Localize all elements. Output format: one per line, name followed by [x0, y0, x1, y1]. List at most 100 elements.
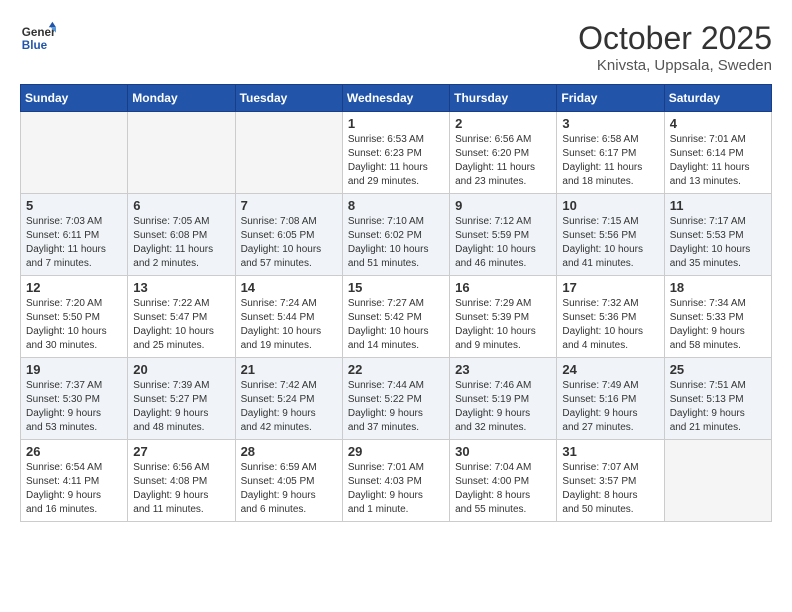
day-number: 18 — [670, 280, 766, 295]
calendar-day-cell: 24Sunrise: 7:49 AM Sunset: 5:16 PM Dayli… — [557, 358, 664, 440]
day-info: Sunrise: 6:56 AM Sunset: 6:20 PM Dayligh… — [455, 133, 551, 189]
day-info: Sunrise: 7:01 AM Sunset: 6:14 PM Dayligh… — [670, 133, 766, 189]
svg-text:Blue: Blue — [22, 39, 48, 52]
day-number: 3 — [562, 116, 658, 131]
day-info: Sunrise: 7:08 AM Sunset: 6:05 PM Dayligh… — [241, 215, 337, 271]
day-info: Sunrise: 7:01 AM Sunset: 4:03 PM Dayligh… — [348, 461, 444, 517]
calendar-day-cell: 10 Sunrise: 7:15 AM Sunset: 5:56 PM Dayli… — [557, 194, 664, 276]
day-info: Sunrise: 7:44 AM Sunset: 5:22 PM Dayligh… — [348, 379, 444, 435]
calendar-day-cell: 20 Sunrise: 7:39 AM Sunset: 5:27 PM Dayli… — [128, 358, 235, 440]
weekday-header: Friday — [557, 85, 664, 112]
calendar-week-row: 19 Sunrise: 7:37 AM Sunset: 5:30 PM Dayli… — [21, 358, 772, 440]
calendar-day-cell: 30 Sunrise: 7:04 AM Sunset: 4:00 PM Dayli… — [450, 440, 557, 522]
calendar-day-cell: 2 Sunrise: 6:56 AM Sunset: 6:20 PM Daylig… — [450, 112, 557, 194]
calendar-day-cell: 22 Sunrise: 7:44 AM Sunset: 5:22 PM Dayli… — [342, 358, 449, 440]
day-number: 10 — [562, 198, 658, 213]
calendar-day-cell: 12 Sunrise: 7:20 AM Sunset: 5:50 PM Dayli… — [21, 276, 128, 358]
day-number: 20 — [133, 362, 229, 377]
day-number: 26 — [26, 444, 122, 459]
day-info: Sunrise: 7:24 AM Sunset: 5:44 PM Dayligh… — [241, 297, 337, 353]
calendar-day-cell: 16 Sunrise: 7:29 AM Sunset: 5:39 PM Dayli… — [450, 276, 557, 358]
day-number: 14 — [241, 280, 337, 295]
day-number: 19 — [26, 362, 122, 377]
calendar-day-cell: 5 Sunrise: 7:03 AM Sunset: 6:11 PM Daylig… — [21, 194, 128, 276]
calendar-day-cell: 11 Sunrise: 7:17 AM Sunset: 5:53 PM Dayli… — [664, 194, 771, 276]
calendar-day-cell: 13Sunrise: 7:22 AM Sunset: 5:47 PM Dayli… — [128, 276, 235, 358]
day-info: Sunrise: 7:39 AM Sunset: 5:27 PM Dayligh… — [133, 379, 229, 435]
day-info: Sunrise: 7:17 AM Sunset: 5:53 PM Dayligh… — [670, 215, 766, 271]
day-info: Sunrise: 7:29 AM Sunset: 5:39 PM Dayligh… — [455, 297, 551, 353]
day-info: Sunrise: 6:54 AM Sunset: 4:11 PM Dayligh… — [26, 461, 122, 517]
month-title: October 2025 — [578, 20, 772, 57]
day-number: 31 — [562, 444, 658, 459]
day-number: 29 — [348, 444, 444, 459]
day-info: Sunrise: 7:03 AM Sunset: 6:11 PM Dayligh… — [26, 215, 122, 271]
location: Knivsta, Uppsala, Sweden — [578, 57, 772, 74]
day-info: Sunrise: 7:05 AM Sunset: 6:08 PM Dayligh… — [133, 215, 229, 271]
day-info: Sunrise: 7:15 AM Sunset: 5:56 PM Dayligh… — [562, 215, 658, 271]
day-info: Sunrise: 7:04 AM Sunset: 4:00 PM Dayligh… — [455, 461, 551, 517]
calendar-day-cell: 1Sunrise: 6:53 AM Sunset: 6:23 PM Daylig… — [342, 112, 449, 194]
day-number: 6 — [133, 198, 229, 213]
day-number: 25 — [670, 362, 766, 377]
day-info: Sunrise: 7:32 AM Sunset: 5:36 PM Dayligh… — [562, 297, 658, 353]
day-number: 8 — [348, 198, 444, 213]
calendar-day-cell: 19 Sunrise: 7:37 AM Sunset: 5:30 PM Dayli… — [21, 358, 128, 440]
weekday-header: Sunday — [21, 85, 128, 112]
weekday-header: Tuesday — [235, 85, 342, 112]
day-info: Sunrise: 7:10 AM Sunset: 6:02 PM Dayligh… — [348, 215, 444, 271]
day-info: Sunrise: 7:20 AM Sunset: 5:50 PM Dayligh… — [26, 297, 122, 353]
day-number: 1 — [348, 116, 444, 131]
calendar-day-cell — [235, 112, 342, 194]
day-info: Sunrise: 7:12 AM Sunset: 5:59 PM Dayligh… — [455, 215, 551, 271]
calendar-day-cell: 23Sunrise: 7:46 AM Sunset: 5:19 PM Dayli… — [450, 358, 557, 440]
day-number: 23 — [455, 362, 551, 377]
svg-text:General: General — [22, 26, 56, 39]
calendar-week-row: 5 Sunrise: 7:03 AM Sunset: 6:11 PM Daylig… — [21, 194, 772, 276]
day-number: 15 — [348, 280, 444, 295]
logo: General Blue — [20, 20, 56, 56]
calendar-day-cell — [128, 112, 235, 194]
day-number: 13 — [133, 280, 229, 295]
calendar-day-cell: 21 Sunrise: 7:42 AM Sunset: 5:24 PM Dayli… — [235, 358, 342, 440]
day-number: 28 — [241, 444, 337, 459]
day-info: Sunrise: 7:07 AM Sunset: 3:57 PM Dayligh… — [562, 461, 658, 517]
weekday-header-row: SundayMondayTuesdayWednesdayThursdayFrid… — [21, 85, 772, 112]
weekday-header: Saturday — [664, 85, 771, 112]
day-number: 12 — [26, 280, 122, 295]
day-info: Sunrise: 7:34 AM Sunset: 5:33 PM Dayligh… — [670, 297, 766, 353]
day-number: 17 — [562, 280, 658, 295]
day-number: 16 — [455, 280, 551, 295]
day-number: 27 — [133, 444, 229, 459]
day-number: 4 — [670, 116, 766, 131]
calendar-day-cell: 8 Sunrise: 7:10 AM Sunset: 6:02 PM Daylig… — [342, 194, 449, 276]
calendar-week-row: 26 Sunrise: 6:54 AM Sunset: 4:11 PM Dayli… — [21, 440, 772, 522]
calendar-day-cell: 4 Sunrise: 7:01 AM Sunset: 6:14 PM Daylig… — [664, 112, 771, 194]
calendar-day-cell: 25Sunrise: 7:51 AM Sunset: 5:13 PM Dayli… — [664, 358, 771, 440]
calendar-day-cell: 15Sunrise: 7:27 AM Sunset: 5:42 PM Dayli… — [342, 276, 449, 358]
day-number: 9 — [455, 198, 551, 213]
day-info: Sunrise: 7:37 AM Sunset: 5:30 PM Dayligh… — [26, 379, 122, 435]
title-block: October 2025 Knivsta, Uppsala, Sweden — [578, 20, 772, 74]
calendar-day-cell: 7Sunrise: 7:08 AM Sunset: 6:05 PM Daylig… — [235, 194, 342, 276]
day-number: 22 — [348, 362, 444, 377]
calendar-day-cell: 27Sunrise: 6:56 AM Sunset: 4:08 PM Dayli… — [128, 440, 235, 522]
day-number: 5 — [26, 198, 122, 213]
calendar-day-cell: 26 Sunrise: 6:54 AM Sunset: 4:11 PM Dayli… — [21, 440, 128, 522]
weekday-header: Monday — [128, 85, 235, 112]
day-number: 21 — [241, 362, 337, 377]
day-number: 11 — [670, 198, 766, 213]
calendar-day-cell: 18 Sunrise: 7:34 AM Sunset: 5:33 PM Dayli… — [664, 276, 771, 358]
calendar-day-cell: 28Sunrise: 6:59 AM Sunset: 4:05 PM Dayli… — [235, 440, 342, 522]
day-number: 30 — [455, 444, 551, 459]
page-header: General Blue October 2025 Knivsta, Uppsa… — [20, 20, 772, 74]
calendar-day-cell: 3 Sunrise: 6:58 AM Sunset: 6:17 PM Daylig… — [557, 112, 664, 194]
calendar-day-cell — [21, 112, 128, 194]
day-info: Sunrise: 6:58 AM Sunset: 6:17 PM Dayligh… — [562, 133, 658, 189]
day-number: 2 — [455, 116, 551, 131]
calendar-day-cell: 6 Sunrise: 7:05 AM Sunset: 6:08 PM Daylig… — [128, 194, 235, 276]
logo-icon: General Blue — [20, 20, 56, 56]
calendar-day-cell: 31 Sunrise: 7:07 AM Sunset: 3:57 PM Dayli… — [557, 440, 664, 522]
day-info: Sunrise: 7:42 AM Sunset: 5:24 PM Dayligh… — [241, 379, 337, 435]
calendar-day-cell: 29 Sunrise: 7:01 AM Sunset: 4:03 PM Dayli… — [342, 440, 449, 522]
